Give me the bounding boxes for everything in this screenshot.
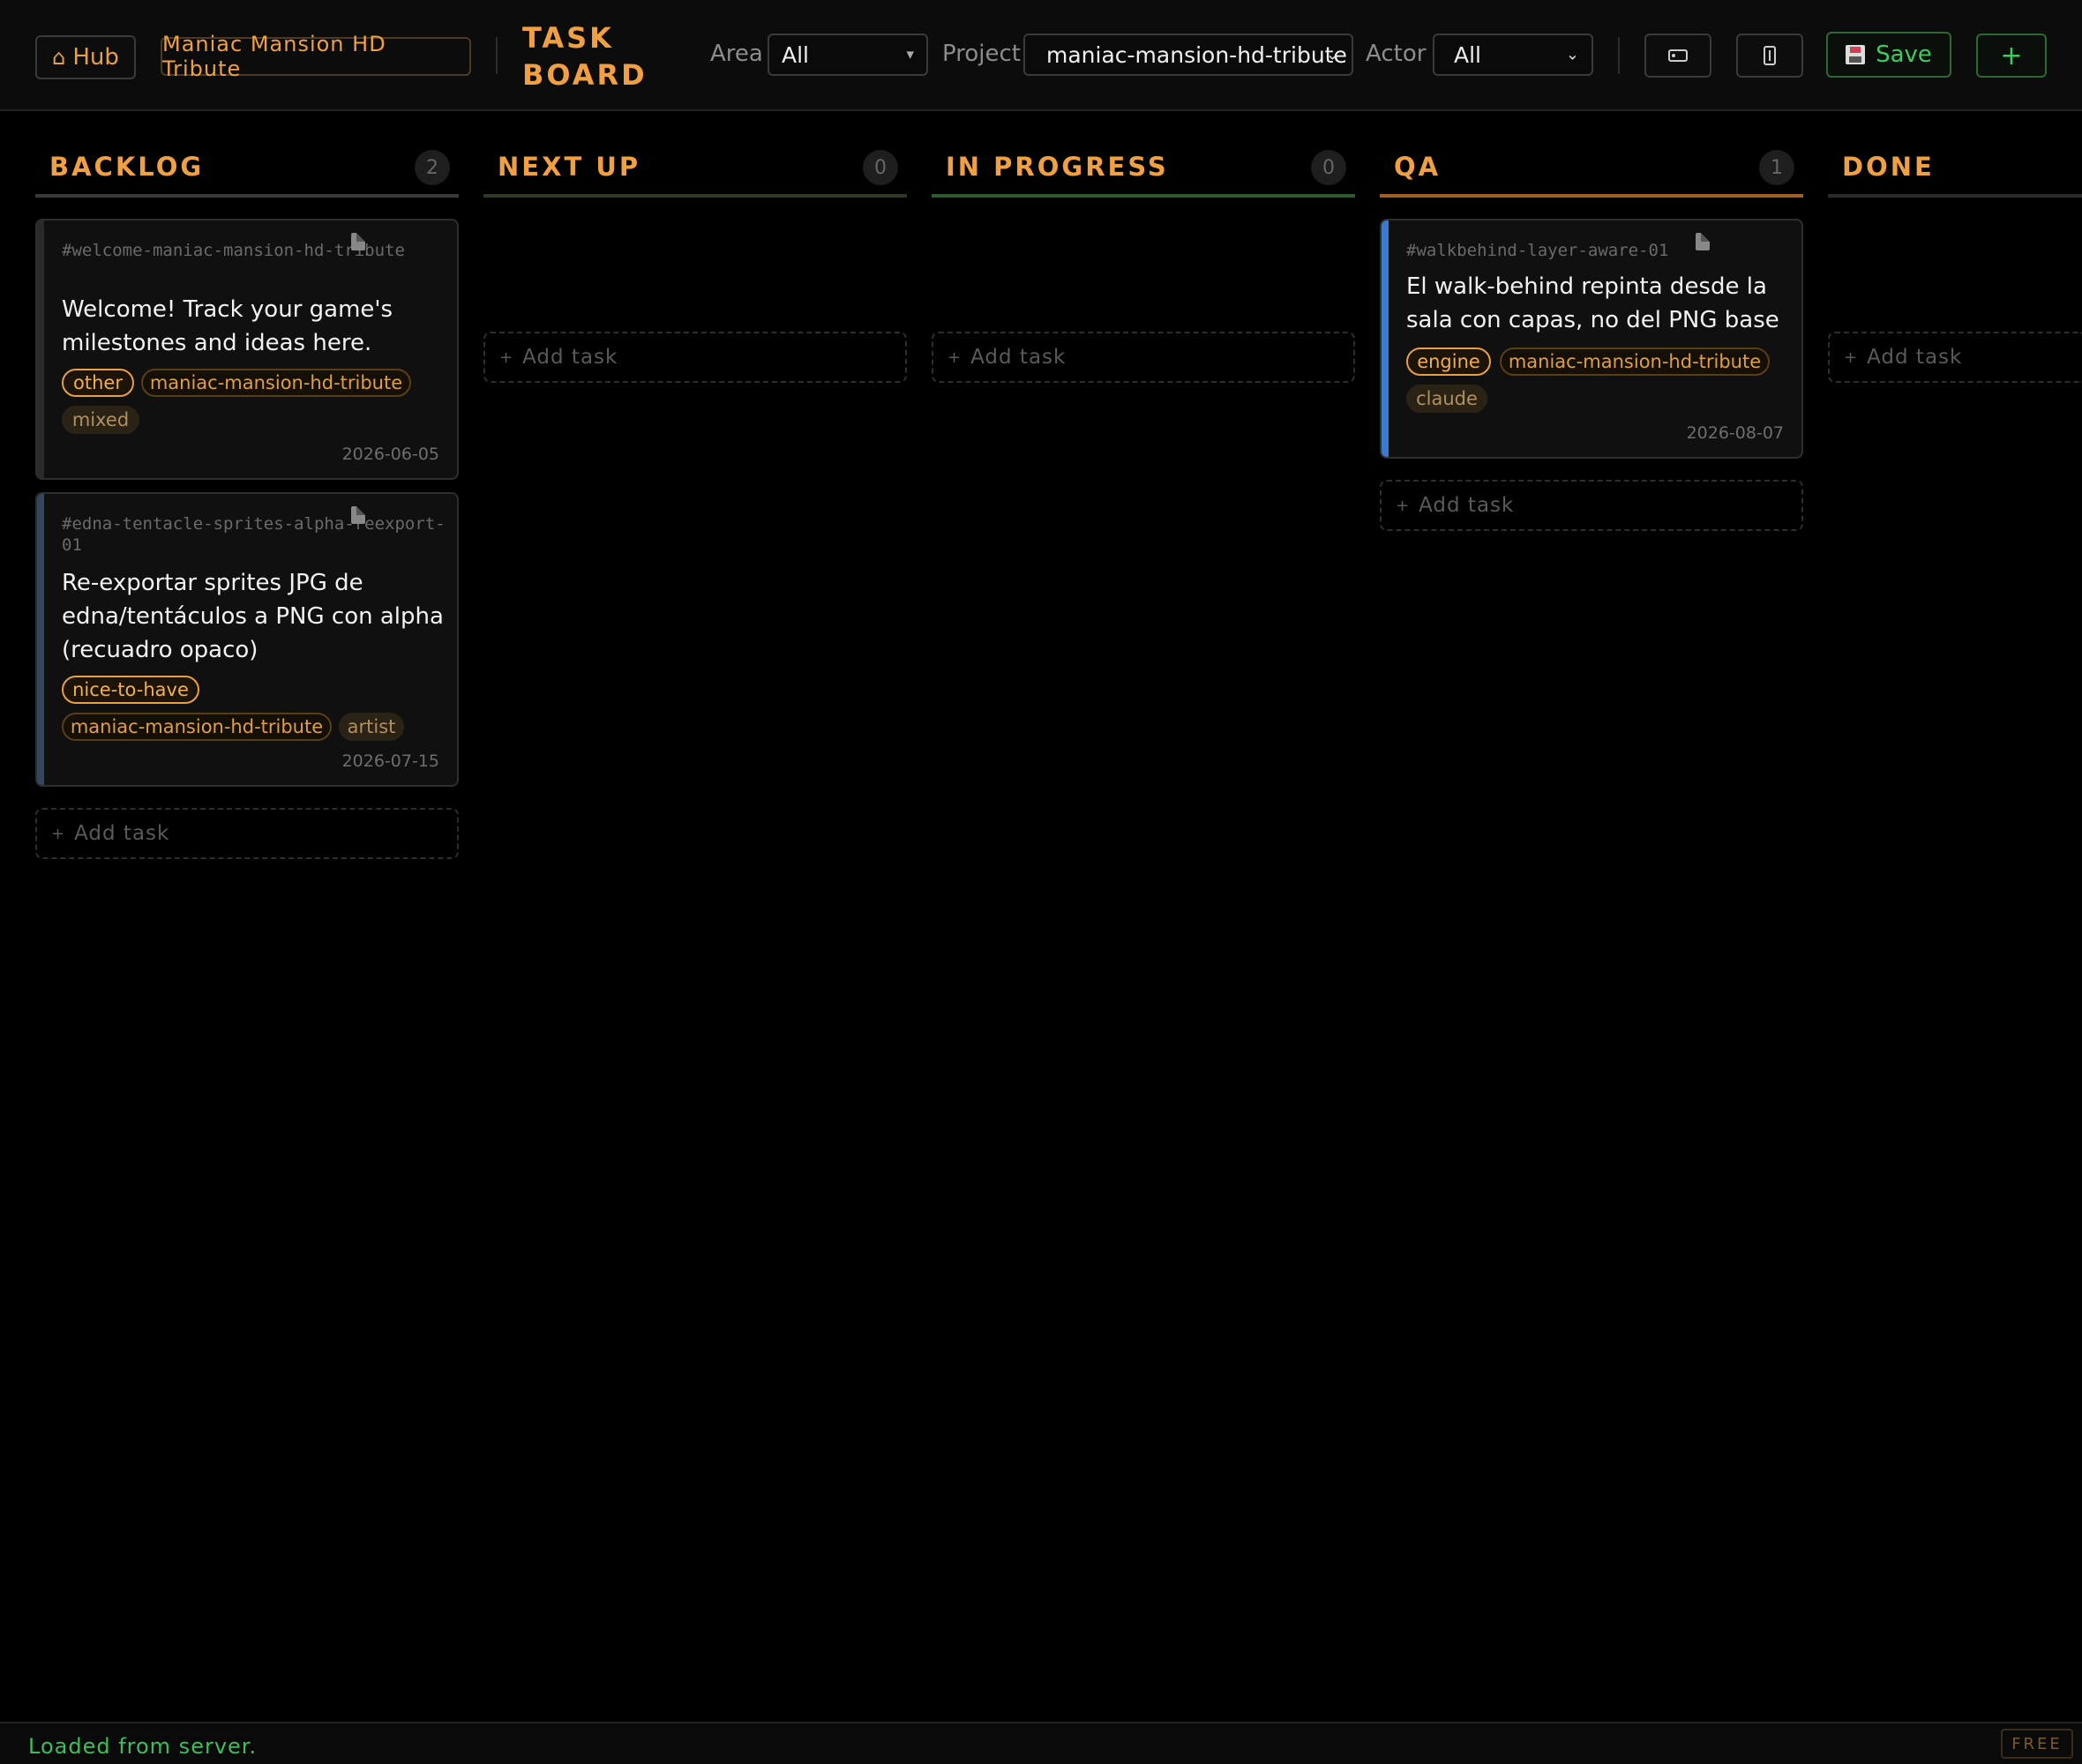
add-task-button-done[interactable]: + Add task	[1828, 332, 2082, 383]
card-id: #edna-tentacle-sprites-alpha-reexport-01	[62, 514, 446, 555]
project-filter-label: Project	[942, 41, 1021, 67]
actor-filter-select[interactable]: All ⌄	[1433, 34, 1593, 76]
add-task-label: Add task	[522, 346, 618, 369]
hub-label: Hub	[72, 44, 119, 71]
column-title: IN PROGRESS	[946, 152, 1169, 182]
tag-project: maniac-mansion-hd-tribute	[62, 713, 332, 741]
home-icon: ⌂	[52, 45, 66, 70]
add-task-label: Add task	[1419, 494, 1515, 517]
task-card[interactable]: #walkbehind-layer-aware-01 El walk-behin…	[1380, 219, 1803, 459]
tag-type: nice-to-have	[62, 676, 199, 704]
toolbar-divider	[496, 37, 498, 74]
column-title: DONE	[1842, 152, 1935, 182]
column-count: 1	[1759, 150, 1794, 185]
column-title: QA	[1394, 152, 1442, 182]
add-task-label: Add task	[970, 346, 1067, 369]
card-date: 2026-07-15	[341, 751, 439, 771]
status-bar: Loaded from server. FREE	[0, 1722, 2082, 1764]
tag-project: maniac-mansion-hd-tribute	[1500, 348, 1770, 376]
column-header-in-progress: IN PROGRESS 0	[932, 141, 1355, 198]
card-date: 2026-08-07	[1686, 423, 1784, 443]
document-icon[interactable]	[351, 506, 365, 524]
add-task-label: Add task	[74, 822, 170, 845]
card-id: #walkbehind-layer-aware-01	[1406, 241, 1669, 260]
card-title: Re-exportar sprites JPG de edna/tentácul…	[62, 570, 444, 663]
column-count: 2	[415, 150, 450, 185]
plus-icon: +	[947, 348, 962, 367]
actor-filter-value: All	[1454, 41, 1481, 68]
tag-type: other	[62, 369, 134, 397]
project-badge: Maniac Mansion HD Tribute	[161, 32, 471, 81]
area-filter-select[interactable]: All ▼	[768, 34, 928, 76]
card-priority-stripe	[37, 494, 44, 785]
card-priority-stripe	[37, 220, 44, 478]
add-task-label: Add task	[1867, 346, 1963, 369]
document-icon[interactable]	[351, 233, 365, 250]
actor-filter-label: Actor	[1366, 41, 1427, 67]
chevron-down-icon: ⌄	[1325, 45, 1339, 64]
column-underline	[483, 194, 907, 198]
tag-actor: artist	[339, 713, 404, 741]
card-id: #welcome-maniac-mansion-hd-tribute	[62, 241, 405, 260]
hub-button[interactable]: ⌂ Hub	[35, 35, 136, 79]
tag-button[interactable]	[1644, 34, 1711, 78]
add-task-button-backlog[interactable]: + Add task	[35, 808, 459, 859]
column-underline	[35, 194, 459, 198]
column-underline	[1380, 194, 1803, 198]
tag-type: engine	[1406, 348, 1491, 376]
tag-actor: mixed	[62, 406, 139, 434]
add-task-button-in-progress[interactable]: + Add task	[932, 332, 1355, 383]
column-header-done: DONE	[1828, 141, 2082, 198]
add-task-button-next-up[interactable]: + Add task	[483, 332, 907, 383]
column-header-next-up: NEXT UP 0	[483, 141, 907, 198]
toolbar-divider	[1618, 37, 1620, 74]
tag-icon	[1668, 49, 1688, 62]
column-title: NEXT UP	[498, 152, 641, 182]
page-title: TASK BOARD	[522, 21, 648, 92]
plus-icon: +	[499, 348, 514, 367]
column-header-backlog: BACKLOG 2	[35, 141, 459, 198]
caret-down-icon: ▼	[906, 49, 914, 61]
column-underline	[1828, 194, 2082, 198]
plan-badge: FREE	[2001, 1729, 2073, 1759]
plus-icon: +	[51, 824, 66, 843]
card-title: El walk-behind repinta desde la sala con…	[1406, 273, 1779, 333]
area-filter-value: All	[782, 41, 809, 68]
column-underline	[932, 194, 1355, 198]
sort-button[interactable]	[1736, 34, 1803, 78]
plus-icon: +	[1844, 348, 1859, 367]
column-header-qa: QA 1	[1380, 141, 1803, 198]
status-message: Loaded from server.	[28, 1734, 258, 1759]
project-filter-select[interactable]: maniac-mansion-hd-tribute ⌄	[1023, 34, 1353, 76]
column-count: 0	[1311, 150, 1346, 185]
sort-icon	[1764, 46, 1776, 65]
save-label: Save	[1876, 41, 1932, 68]
document-icon[interactable]	[1696, 233, 1710, 250]
project-filter-value: maniac-mansion-hd-tribute	[1046, 41, 1347, 68]
task-card[interactable]: #edna-tentacle-sprites-alpha-reexport-01…	[35, 492, 459, 787]
area-filter-label: Area	[710, 41, 763, 67]
tag-actor: claude	[1406, 385, 1487, 413]
card-priority-stripe	[1382, 220, 1389, 457]
task-card[interactable]: #welcome-maniac-mansion-hd-tribute Welco…	[35, 219, 459, 480]
column-count: 0	[863, 150, 898, 185]
add-button[interactable]: +	[1976, 34, 2047, 78]
top-toolbar: ⌂ Hub Maniac Mansion HD Tribute TASK BOA…	[0, 0, 2082, 111]
plus-icon: +	[1396, 496, 1411, 515]
save-button[interactable]: Save	[1826, 32, 1951, 78]
tag-project: maniac-mansion-hd-tribute	[141, 369, 411, 397]
card-title: Welcome! Track your game's milestones an…	[62, 296, 393, 356]
column-title: BACKLOG	[49, 152, 205, 182]
card-date: 2026-06-05	[341, 445, 439, 464]
add-task-button-qa[interactable]: + Add task	[1380, 480, 1803, 531]
floppy-disk-icon	[1846, 45, 1866, 64]
chevron-down-icon: ⌄	[1565, 45, 1579, 64]
